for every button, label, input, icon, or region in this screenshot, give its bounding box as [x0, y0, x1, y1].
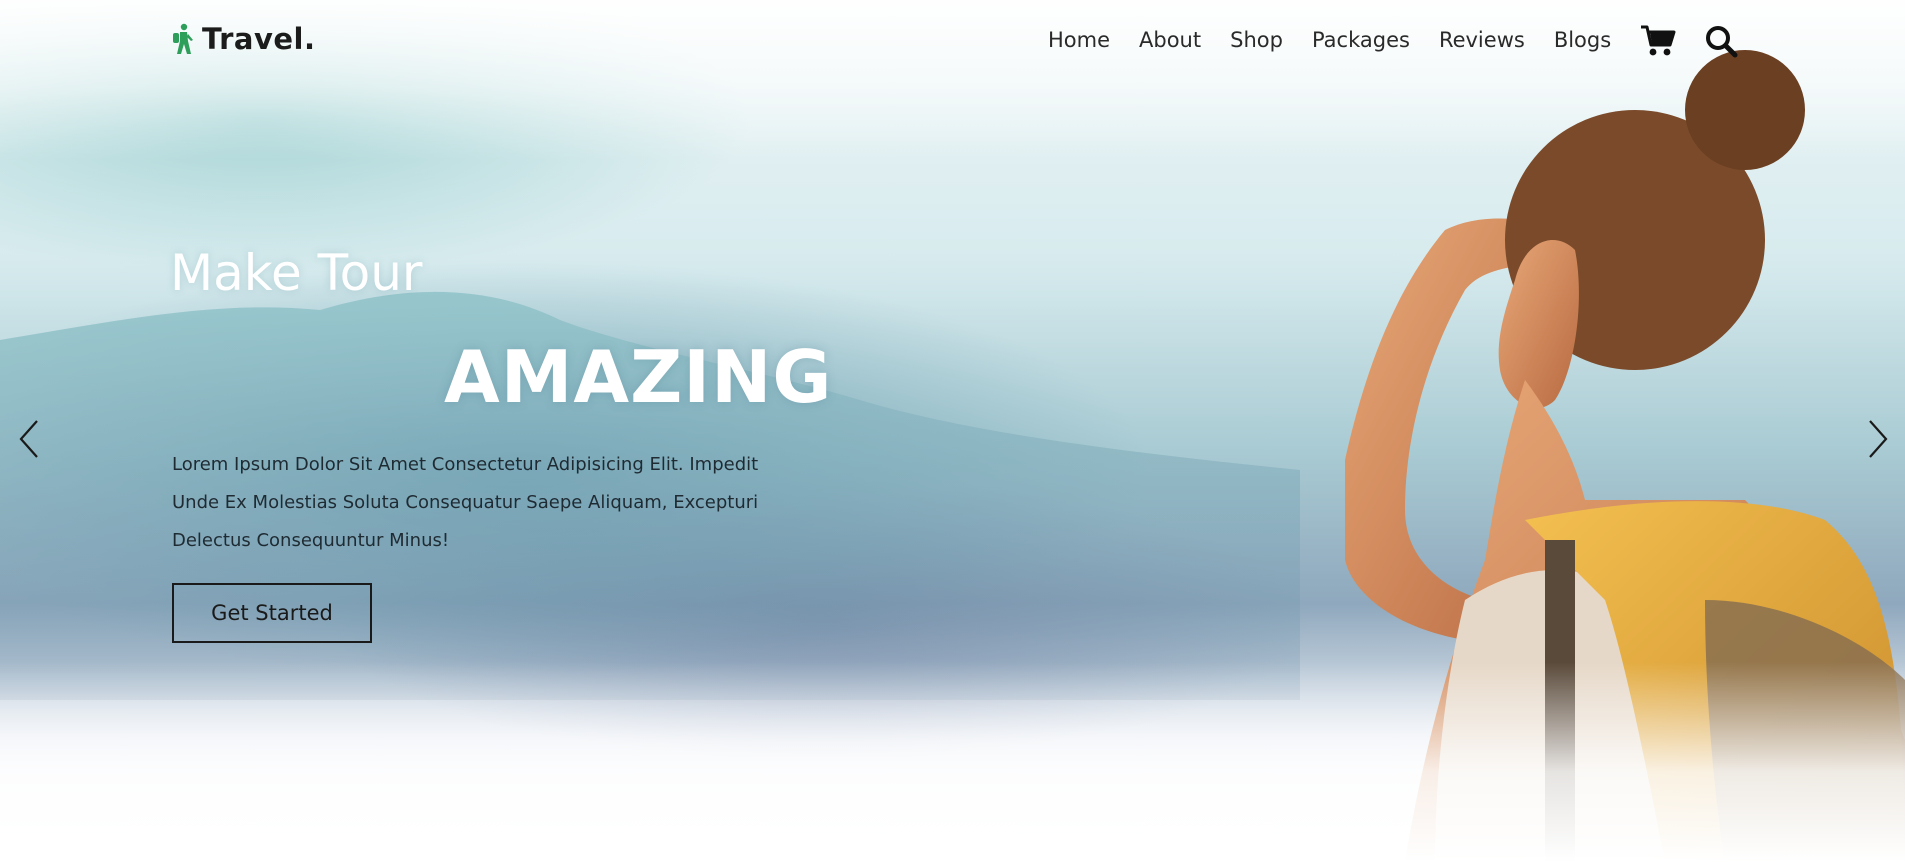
- hiker-icon: [173, 23, 193, 54]
- hero-subtitle: Make Tour: [170, 244, 423, 302]
- nav-link-shop[interactable]: Shop: [1230, 28, 1283, 52]
- chevron-right-icon[interactable]: [1866, 418, 1890, 460]
- nav-link-home[interactable]: Home: [1048, 28, 1110, 52]
- hero-description-line: Lorem Ipsum Dolor Sit Amet Consectetur A…: [172, 454, 759, 475]
- get-started-button[interactable]: Get Started: [172, 583, 372, 643]
- hero-section: Travel. Home About Shop Packages Reviews…: [0, 0, 1905, 862]
- main-nav: Home About Shop Packages Reviews Blogs: [1048, 28, 1611, 52]
- search-icon[interactable]: [1704, 24, 1738, 58]
- nav-link-blogs[interactable]: Blogs: [1554, 28, 1611, 52]
- nav-link-packages[interactable]: Packages: [1312, 28, 1410, 52]
- hero-title: AMAZING: [444, 335, 833, 419]
- hero-description: Lorem Ipsum Dolor Sit Amet Consectetur A…: [172, 446, 812, 560]
- hero-description-line: Delectus Consequuntur Minus!: [172, 530, 450, 551]
- brand-name: Travel.: [202, 22, 316, 56]
- logo[interactable]: Travel.: [170, 22, 316, 56]
- chevron-left-icon[interactable]: [17, 418, 41, 460]
- site-header: Travel. Home About Shop Packages Reviews…: [0, 0, 1905, 86]
- nav-link-about[interactable]: About: [1139, 28, 1201, 52]
- nav-link-reviews[interactable]: Reviews: [1439, 28, 1525, 52]
- mist-overlay: [0, 662, 1905, 862]
- shopping-cart-icon[interactable]: [1640, 24, 1676, 58]
- hero-description-line: Unde Ex Molestias Soluta Consequatur Sae…: [172, 492, 759, 513]
